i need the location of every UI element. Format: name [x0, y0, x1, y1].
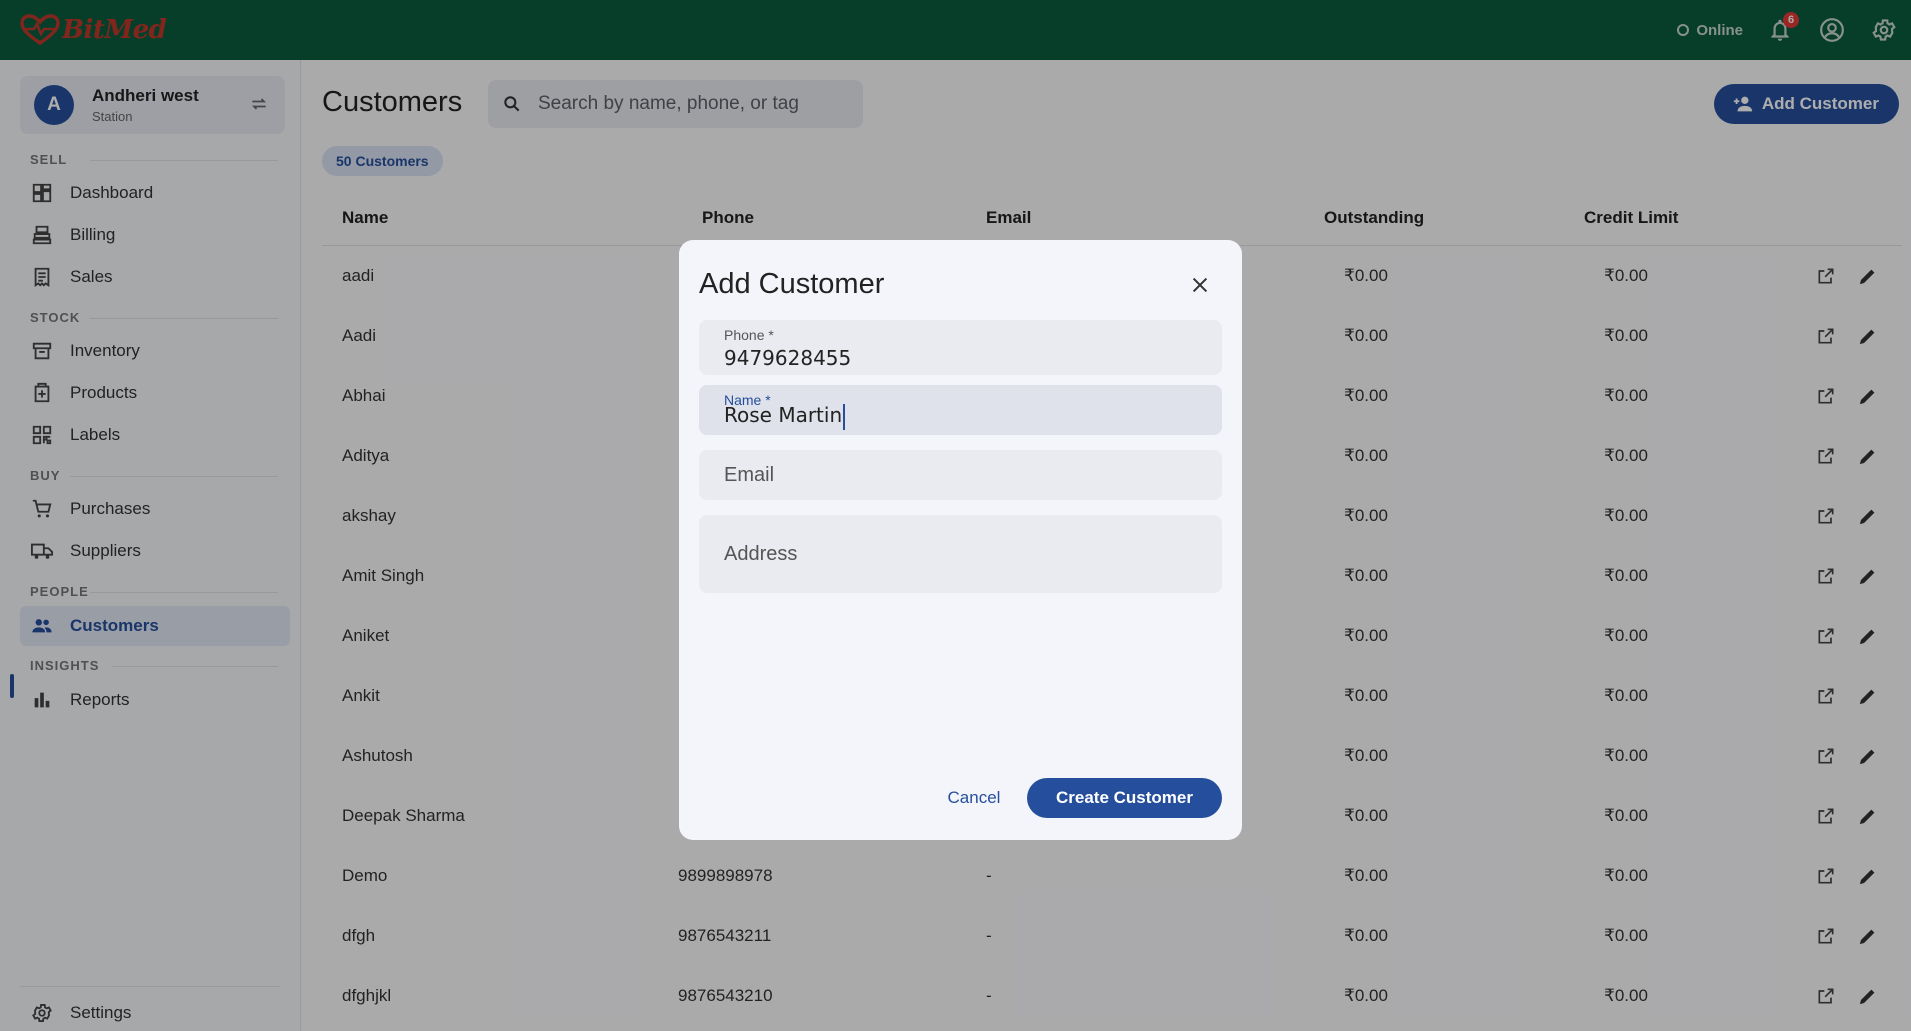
close-button[interactable]: [1188, 273, 1212, 297]
add-customer-dialog: Add Customer Phone * 9479628455 Name * R…: [679, 240, 1242, 840]
address-placeholder: Address: [724, 543, 798, 565]
text-caret: [843, 403, 846, 430]
create-customer-button[interactable]: Create Customer: [1027, 778, 1222, 818]
close-icon: [1192, 277, 1208, 293]
address-field[interactable]: Address: [699, 515, 1222, 593]
email-placeholder: Email: [724, 464, 775, 486]
phone-field[interactable]: Phone * 9479628455: [699, 320, 1222, 375]
name-value-wrap: Rose Martin: [724, 403, 846, 430]
phone-value: 9479628455: [724, 346, 852, 370]
phone-label: Phone *: [724, 327, 774, 343]
name-value: Rose Martin: [724, 403, 843, 427]
cancel-button[interactable]: Cancel: [939, 778, 1009, 818]
dialog-title: Add Customer: [699, 268, 885, 300]
email-field[interactable]: Email: [699, 450, 1222, 500]
name-field[interactable]: Name * Rose Martin: [699, 385, 1222, 435]
